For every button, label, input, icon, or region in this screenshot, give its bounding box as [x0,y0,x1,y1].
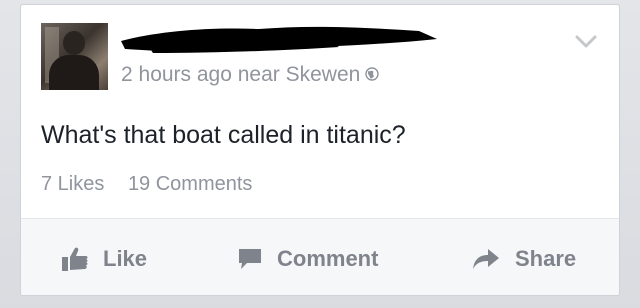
globe-icon[interactable] [365,67,380,81]
like-label: Like [103,245,148,271]
comment-bubble-icon [239,248,261,269]
redacted-author-name [121,26,437,53]
comment-label: Comment [277,245,379,271]
screen: 2 hours ago near Skewen What's that boat… [0,0,640,308]
like-button[interactable]: Like [61,219,148,295]
thumbs-up-icon [62,247,88,271]
avatar-shoulders [49,55,99,90]
post-card: 2 hours ago near Skewen What's that boat… [20,4,620,296]
avatar-head [63,31,85,55]
comments-count[interactable]: 19 Comments [128,173,253,195]
chevron-down-icon[interactable] [575,35,597,49]
avatar[interactable] [41,23,108,90]
post-message: What's that boat called in titanic? [41,121,406,149]
share-arrow-icon [473,248,499,269]
share-button[interactable]: Share [471,219,577,295]
post-meta: 2 hours ago near Skewen [121,63,380,87]
likes-count[interactable]: 7 Likes [41,173,104,195]
timestamp[interactable]: 2 hours ago near Skewen [121,63,360,86]
comment-button[interactable]: Comment [237,219,379,295]
share-label: Share [515,245,577,271]
action-bar: Like Comment Share [21,218,619,295]
reaction-counts: 7 Likes 19 Comments [41,173,252,196]
